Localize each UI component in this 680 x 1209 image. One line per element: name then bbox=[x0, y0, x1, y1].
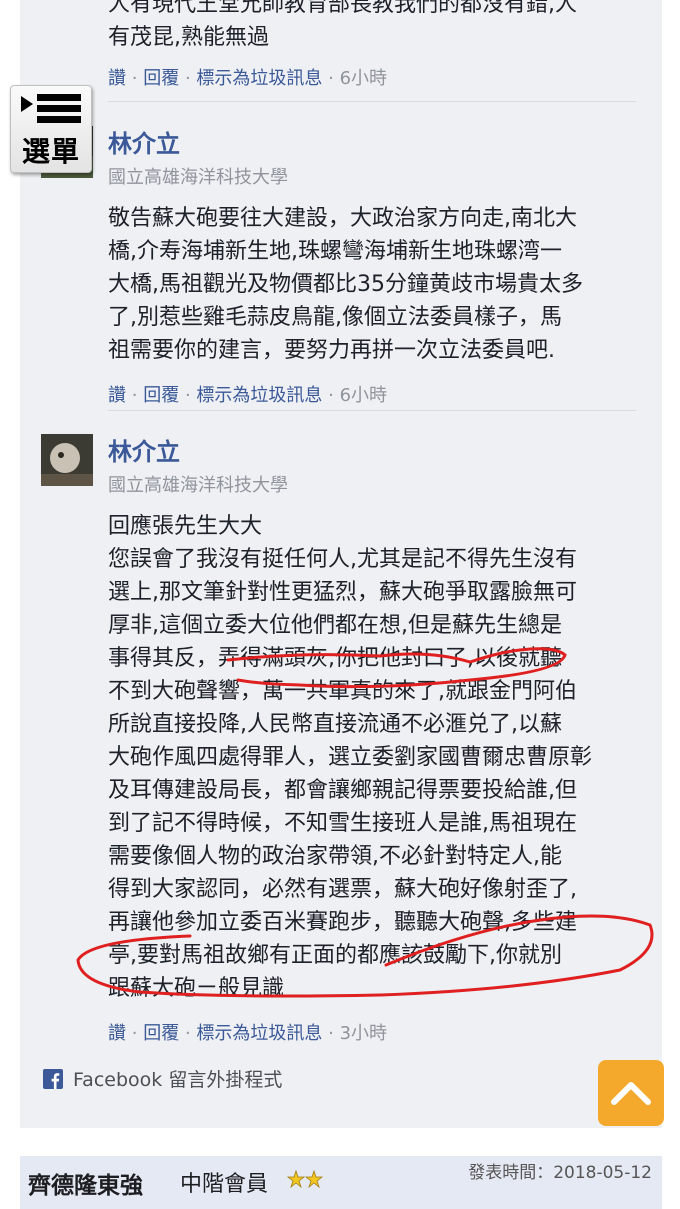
text-line: 了,別惹些雞毛蒜皮鳥龍,像個立法委員樣子，馬 bbox=[108, 305, 562, 330]
comment-actions: 讚 · 回覆 · 標示為垃圾訊息 · 3小時 bbox=[108, 1019, 643, 1045]
mark-spam-link[interactable]: 標示為垃圾訊息 bbox=[196, 1023, 322, 1044]
comment-time[interactable]: 3小時 bbox=[340, 1023, 387, 1044]
text-line: 得到大家認同，必然有選票，蘇大砲好像射歪了, bbox=[108, 877, 577, 902]
like-link[interactable]: 讚 bbox=[108, 68, 126, 89]
separator: · bbox=[131, 1023, 138, 1044]
text-line: 回應張先生大大 bbox=[108, 514, 263, 539]
author-school: 國立高雄海洋科技大學 bbox=[108, 475, 288, 496]
avatar[interactable] bbox=[41, 434, 93, 486]
facebook-comments-plugin[interactable]: Facebook 留言外掛程式 bbox=[43, 1065, 282, 1092]
text-line: 人有現代王堂允師教育部長教我們的都沒有錯,人 bbox=[108, 0, 577, 17]
text-line: 大砲作風四處得罪人，選立委劉家國曹爾忠曹原彰 bbox=[108, 745, 593, 770]
comment-1: 人有現代王堂允師教育部長教我們的都沒有錯,人 有茂昆,熟能無過 讚 · 回覆 ·… bbox=[108, 0, 643, 90]
two-stars-icon bbox=[287, 1170, 323, 1188]
menu-list-icon bbox=[21, 94, 81, 123]
text-line: 選上,那文筆針對性更猛烈，蘇大砲爭取露臉無可 bbox=[108, 580, 577, 605]
menu-label: 選單 bbox=[21, 135, 80, 168]
text-line: 厚非,這個立委大位他們都在想,但是蘇先生總是 bbox=[108, 613, 562, 638]
author-school: 國立高雄海洋科技大學 bbox=[108, 167, 288, 188]
separator: · bbox=[131, 385, 138, 406]
reply-link[interactable]: 回覆 bbox=[143, 385, 179, 406]
mark-spam-link[interactable]: 標示為垃圾訊息 bbox=[196, 68, 322, 89]
member-rank: 中階會員 bbox=[180, 1172, 269, 1197]
divider bbox=[108, 410, 636, 411]
text-line: 您誤會了我沒有挺任何人,尤其是記不得先生沒有 bbox=[108, 547, 577, 572]
text-line: 所說直接投降,人民幣直接流通不必滙兑了,以蘇 bbox=[108, 712, 562, 737]
text-line: 到了記不得時候，不知雪生接班人是誰,馬祖現在 bbox=[108, 811, 577, 836]
text-line: 跟蘇大砲ㄧ般見識 bbox=[108, 976, 285, 1001]
reply-link[interactable]: 回覆 bbox=[143, 68, 179, 89]
like-link[interactable]: 讚 bbox=[108, 385, 126, 406]
comment-text: 回應張先生大大 您誤會了我沒有挺任何人,尤其是記不得先生沒有 選上,那文筆針對性… bbox=[108, 510, 643, 1005]
separator: · bbox=[184, 68, 191, 89]
comment-text: 人有現代王堂允師教育部長教我們的都沒有錯,人 有茂昆,熟能無過 bbox=[108, 0, 643, 54]
posted-time: 發表時間：2018-05-12 bbox=[468, 1163, 652, 1183]
comment-time[interactable]: 6小時 bbox=[340, 385, 387, 406]
comment-time[interactable]: 6小時 bbox=[340, 68, 387, 89]
text-line: 需要像個人物的政治家帶領,不必針對特定人,能 bbox=[108, 844, 562, 869]
text-line: 祖需要你的建言，要努力再拼一次立法委員吧. bbox=[108, 338, 555, 363]
text-line: 事得其反，弄得滿頭灰,你把他封口了,以後就聽 bbox=[108, 646, 562, 671]
separator: · bbox=[131, 68, 138, 89]
comment-author[interactable]: 林介立 bbox=[108, 432, 643, 467]
menu-button[interactable]: 選單 bbox=[10, 85, 92, 173]
separator: · bbox=[328, 68, 334, 89]
plugin-label: Facebook 留言外掛程式 bbox=[73, 1069, 283, 1091]
text-line: 橋,介寿海埔新生地,珠螺彎海埔新生地珠螺湾一 bbox=[108, 239, 562, 264]
text-line: 大橋,馬祖觀光及物價都比35分鐘黄歧市場貴太多 bbox=[108, 272, 583, 297]
text-line: 亭,要對馬祖故鄉有正面的都應該鼓勵下,你就別 bbox=[108, 943, 562, 968]
back-to-top-button[interactable] bbox=[598, 1060, 664, 1126]
comment-text: 敬告蘇大砲要往大建設，大政治家方向走,南北大 橋,介寿海埔新生地,珠螺彎海埔新生… bbox=[108, 202, 643, 367]
post-author[interactable]: 齊德隆東強 bbox=[28, 1166, 143, 1200]
text-line: 有茂昆,熟能無過 bbox=[108, 25, 269, 50]
text-line: 不到大砲聲響，萬一共軍真的來了,就跟金門阿伯 bbox=[108, 679, 577, 704]
comment-author[interactable]: 林介立 bbox=[108, 124, 643, 159]
separator: · bbox=[328, 385, 334, 406]
chevron-up-icon bbox=[611, 1082, 651, 1105]
comment-actions: 讚 · 回覆 · 標示為垃圾訊息 · 6小時 bbox=[108, 381, 643, 407]
separator: · bbox=[328, 1023, 334, 1044]
text-line: 再讓他參加立委百米賽跑步，聽聽大砲聲,多些建 bbox=[108, 910, 577, 935]
comment-2: 林介立 國立高雄海洋科技大學 敬告蘇大砲要往大建設，大政治家方向走,南北大 橋,… bbox=[108, 124, 643, 407]
separator: · bbox=[184, 385, 191, 406]
comment-actions: 讚 · 回覆 · 標示為垃圾訊息 · 6小時 bbox=[108, 64, 643, 90]
mark-spam-link[interactable]: 標示為垃圾訊息 bbox=[196, 385, 322, 406]
reply-link[interactable]: 回覆 bbox=[143, 1023, 179, 1044]
separator: · bbox=[184, 1023, 191, 1044]
post-author-bar: 齊德隆東強 中階會員 發表時間：2018-05-12 bbox=[20, 1156, 662, 1209]
text-line: 及耳傳建設局長，都會讓鄉親記得票要投給誰,但 bbox=[108, 778, 577, 803]
text-line: 敬告蘇大砲要往大建設，大政治家方向走,南北大 bbox=[108, 206, 577, 231]
facebook-icon bbox=[43, 1068, 63, 1089]
divider bbox=[108, 101, 636, 102]
comment-3: 林介立 國立高雄海洋科技大學 回應張先生大大 您誤會了我沒有挺任何人,尤其是記不… bbox=[108, 432, 643, 1045]
like-link[interactable]: 讚 bbox=[108, 1023, 126, 1044]
